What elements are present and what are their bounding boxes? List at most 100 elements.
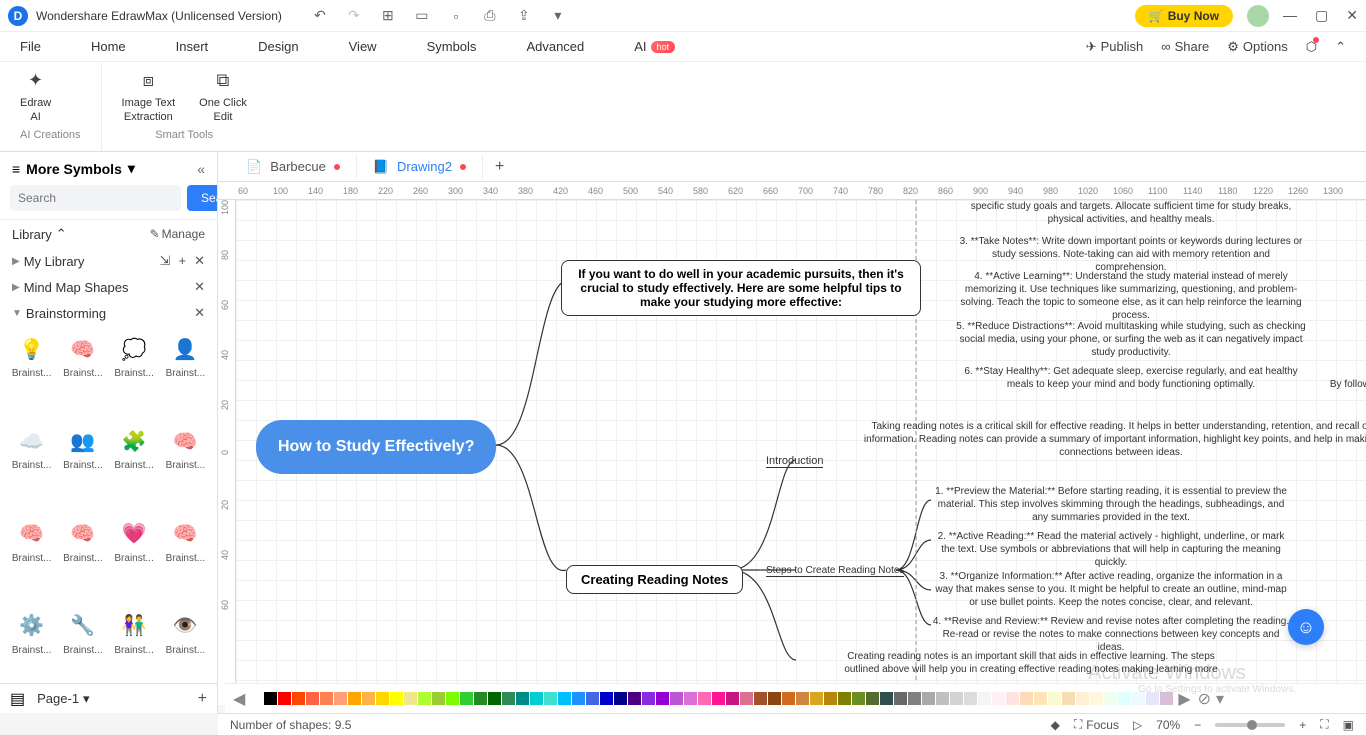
palette-swatch[interactable] xyxy=(754,692,767,705)
menu-ai[interactable]: AIhot xyxy=(634,39,675,54)
tab-barbecue[interactable]: 📄 Barbecue xyxy=(230,155,357,179)
palette-swatch[interactable] xyxy=(796,692,809,705)
menu-home[interactable]: Home xyxy=(91,39,126,54)
palette-swatch[interactable] xyxy=(978,692,991,705)
mindmap-step4[interactable]: 4. **Revise and Review:** Review and rev… xyxy=(931,615,1291,654)
palette-swatch[interactable] xyxy=(488,692,501,705)
search-button[interactable]: Search xyxy=(187,185,218,211)
palette-swatch[interactable] xyxy=(558,692,571,705)
mindmap-step3[interactable]: 3. **Organize Information:** After activ… xyxy=(931,570,1291,609)
zoom-thumb[interactable] xyxy=(1247,720,1257,730)
palette-swatch[interactable] xyxy=(418,692,431,705)
palette-swatch[interactable] xyxy=(628,692,641,705)
palette-swatch[interactable] xyxy=(1034,692,1047,705)
user-avatar[interactable] xyxy=(1247,5,1269,27)
sidebar-collapse-icon[interactable]: « xyxy=(197,161,205,177)
menu-advanced[interactable]: Advanced xyxy=(526,39,584,54)
mindmap-step1[interactable]: 1. **Preview the Material:** Before star… xyxy=(931,485,1291,524)
mindmap-creating-outro[interactable]: Creating reading notes is an important s… xyxy=(841,650,1221,676)
palette-swatch[interactable] xyxy=(264,692,277,705)
palette-swatch[interactable] xyxy=(586,692,599,705)
page-list-icon[interactable]: ▤ xyxy=(10,689,25,709)
palette-swatch[interactable] xyxy=(600,692,613,705)
close-brainstorming-icon[interactable]: ✕ xyxy=(194,305,205,321)
shape-item[interactable]: 💭Brainst... xyxy=(111,334,158,420)
palette-swatch[interactable] xyxy=(1062,692,1075,705)
palette-swatch[interactable] xyxy=(908,692,921,705)
shape-item[interactable]: 🧩Brainst... xyxy=(111,426,158,512)
palette-swatch[interactable] xyxy=(684,692,697,705)
mindmap-tip3[interactable]: 3. **Take Notes**: Write down important … xyxy=(956,235,1306,274)
palette-swatch[interactable] xyxy=(1104,692,1117,705)
redo-icon[interactable]: ↷ xyxy=(346,8,362,24)
shape-item[interactable]: 💡Brainst... xyxy=(8,334,55,420)
shape-item[interactable]: 👤Brainst... xyxy=(162,334,209,420)
palette-swatch[interactable] xyxy=(964,692,977,705)
library-row-my[interactable]: ▶ My Library ⇲+✕ xyxy=(0,248,217,274)
save-icon[interactable]: ▫ xyxy=(448,8,464,24)
shape-item[interactable]: 🧠Brainst... xyxy=(8,519,55,605)
palette-swatch[interactable] xyxy=(278,692,291,705)
zoom-out-button[interactable]: − xyxy=(1194,718,1201,732)
palette-swatch[interactable] xyxy=(782,692,795,705)
fit-page-icon[interactable]: ⛶ xyxy=(1320,717,1328,732)
shape-item[interactable]: 🧠Brainst... xyxy=(162,519,209,605)
palette-swatch[interactable] xyxy=(852,692,865,705)
palette-swatch[interactable] xyxy=(544,692,557,705)
palette-swatch[interactable] xyxy=(306,692,319,705)
page-add-button[interactable]: + xyxy=(198,690,207,708)
palette-swatch[interactable] xyxy=(880,692,893,705)
palette-swatch[interactable] xyxy=(1132,692,1145,705)
open-icon[interactable]: ▭ xyxy=(414,8,430,24)
palette-swatch[interactable] xyxy=(838,692,851,705)
zoom-in-button[interactable]: + xyxy=(1299,718,1306,732)
palette-swatch[interactable] xyxy=(404,692,417,705)
palette-swatch[interactable] xyxy=(530,692,543,705)
palette-swatch[interactable] xyxy=(992,692,1005,705)
publish-button[interactable]: ✈ Publish xyxy=(1086,39,1144,55)
focus-button[interactable]: ⛶ Focus xyxy=(1074,717,1119,732)
presentation-icon[interactable]: ▷ xyxy=(1133,718,1142,732)
palette-prev-icon[interactable]: ◀ xyxy=(233,689,245,709)
shape-item[interactable]: 💗Brainst... xyxy=(111,519,158,605)
more-symbols-button[interactable]: ≡ More Symbols▾ xyxy=(12,160,135,177)
library-row-brainstorming[interactable]: ▼ Brainstorming ✕ xyxy=(0,300,217,326)
palette-swatch[interactable] xyxy=(502,692,515,705)
palette-swatch[interactable] xyxy=(656,692,669,705)
help-fab[interactable]: ☺ xyxy=(1288,609,1324,645)
menu-symbols[interactable]: Symbols xyxy=(427,39,477,54)
share-button[interactable]: ∞ Share xyxy=(1161,39,1209,54)
palette-swatch[interactable] xyxy=(726,692,739,705)
new-icon[interactable]: ⊞ xyxy=(380,8,396,24)
palette-swatch[interactable] xyxy=(292,692,305,705)
palette-swatch[interactable] xyxy=(1146,692,1159,705)
collapse-ribbon-icon[interactable]: ⌃ xyxy=(1335,39,1346,55)
shape-item[interactable]: 🧠Brainst... xyxy=(59,519,106,605)
palette-swatch[interactable] xyxy=(320,692,333,705)
palette-swatch[interactable] xyxy=(376,692,389,705)
palette-swatch[interactable] xyxy=(1048,692,1061,705)
menu-file[interactable]: File xyxy=(20,39,41,54)
palette-next-icon[interactable]: ▶ xyxy=(1178,689,1190,709)
maximize-button[interactable]: ▢ xyxy=(1315,7,1328,24)
palette-swatch[interactable] xyxy=(1118,692,1131,705)
page-tab[interactable]: Page-1 ▾ xyxy=(37,691,89,707)
palette-swatch[interactable] xyxy=(432,692,445,705)
palette-swatch[interactable] xyxy=(516,692,529,705)
palette-swatch[interactable] xyxy=(334,692,347,705)
mindmap-intro-label[interactable]: Introduction xyxy=(766,455,823,468)
close-mindmap-icon[interactable]: ✕ xyxy=(194,279,205,295)
palette-swatch[interactable] xyxy=(642,692,655,705)
shape-item[interactable]: 🧠Brainst... xyxy=(59,334,106,420)
zoom-level[interactable]: 70% xyxy=(1156,718,1180,732)
palette-swatch[interactable] xyxy=(740,692,753,705)
manage-button[interactable]: ✎ Manage xyxy=(150,227,205,241)
palette-swatch[interactable] xyxy=(474,692,487,705)
mindmap-tip5[interactable]: 5. **Reduce Distractions**: Avoid multit… xyxy=(956,320,1306,359)
mindmap-tip-extra[interactable]: specific study goals and targets. Alloca… xyxy=(956,200,1306,226)
fullscreen-icon[interactable]: ▣ xyxy=(1343,718,1354,732)
print-icon[interactable]: ⎙ xyxy=(482,8,498,24)
image-text-button[interactable]: ⧈ Image Text Extraction xyxy=(122,70,176,125)
palette-swatch[interactable] xyxy=(390,692,403,705)
palette-swatch[interactable] xyxy=(810,692,823,705)
